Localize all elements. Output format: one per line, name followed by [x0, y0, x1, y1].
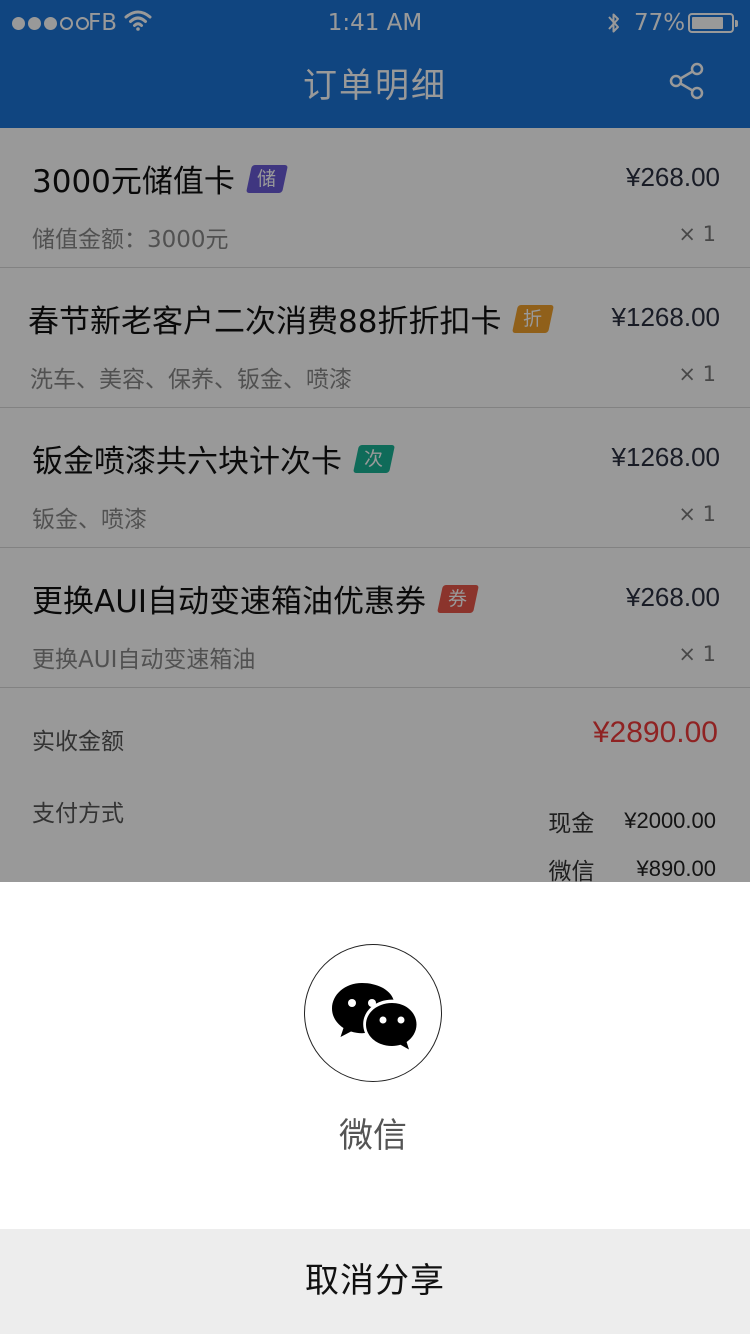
share-wechat-option[interactable]: 微信 — [304, 944, 442, 1156]
share-sheet: 微信 取消分享 — [0, 882, 750, 1334]
wechat-label: 微信 — [339, 1116, 407, 1156]
wechat-icon — [332, 983, 417, 1050]
modal-backdrop[interactable] — [0, 0, 750, 882]
wechat-icon-circle[interactable] — [304, 944, 442, 1082]
cancel-share-button[interactable]: 取消分享 — [0, 1229, 750, 1334]
order-detail-page: FB 1:41 AM 77% 订单明细 3000元储值卡 储 ¥268.00 储… — [0, 0, 750, 882]
